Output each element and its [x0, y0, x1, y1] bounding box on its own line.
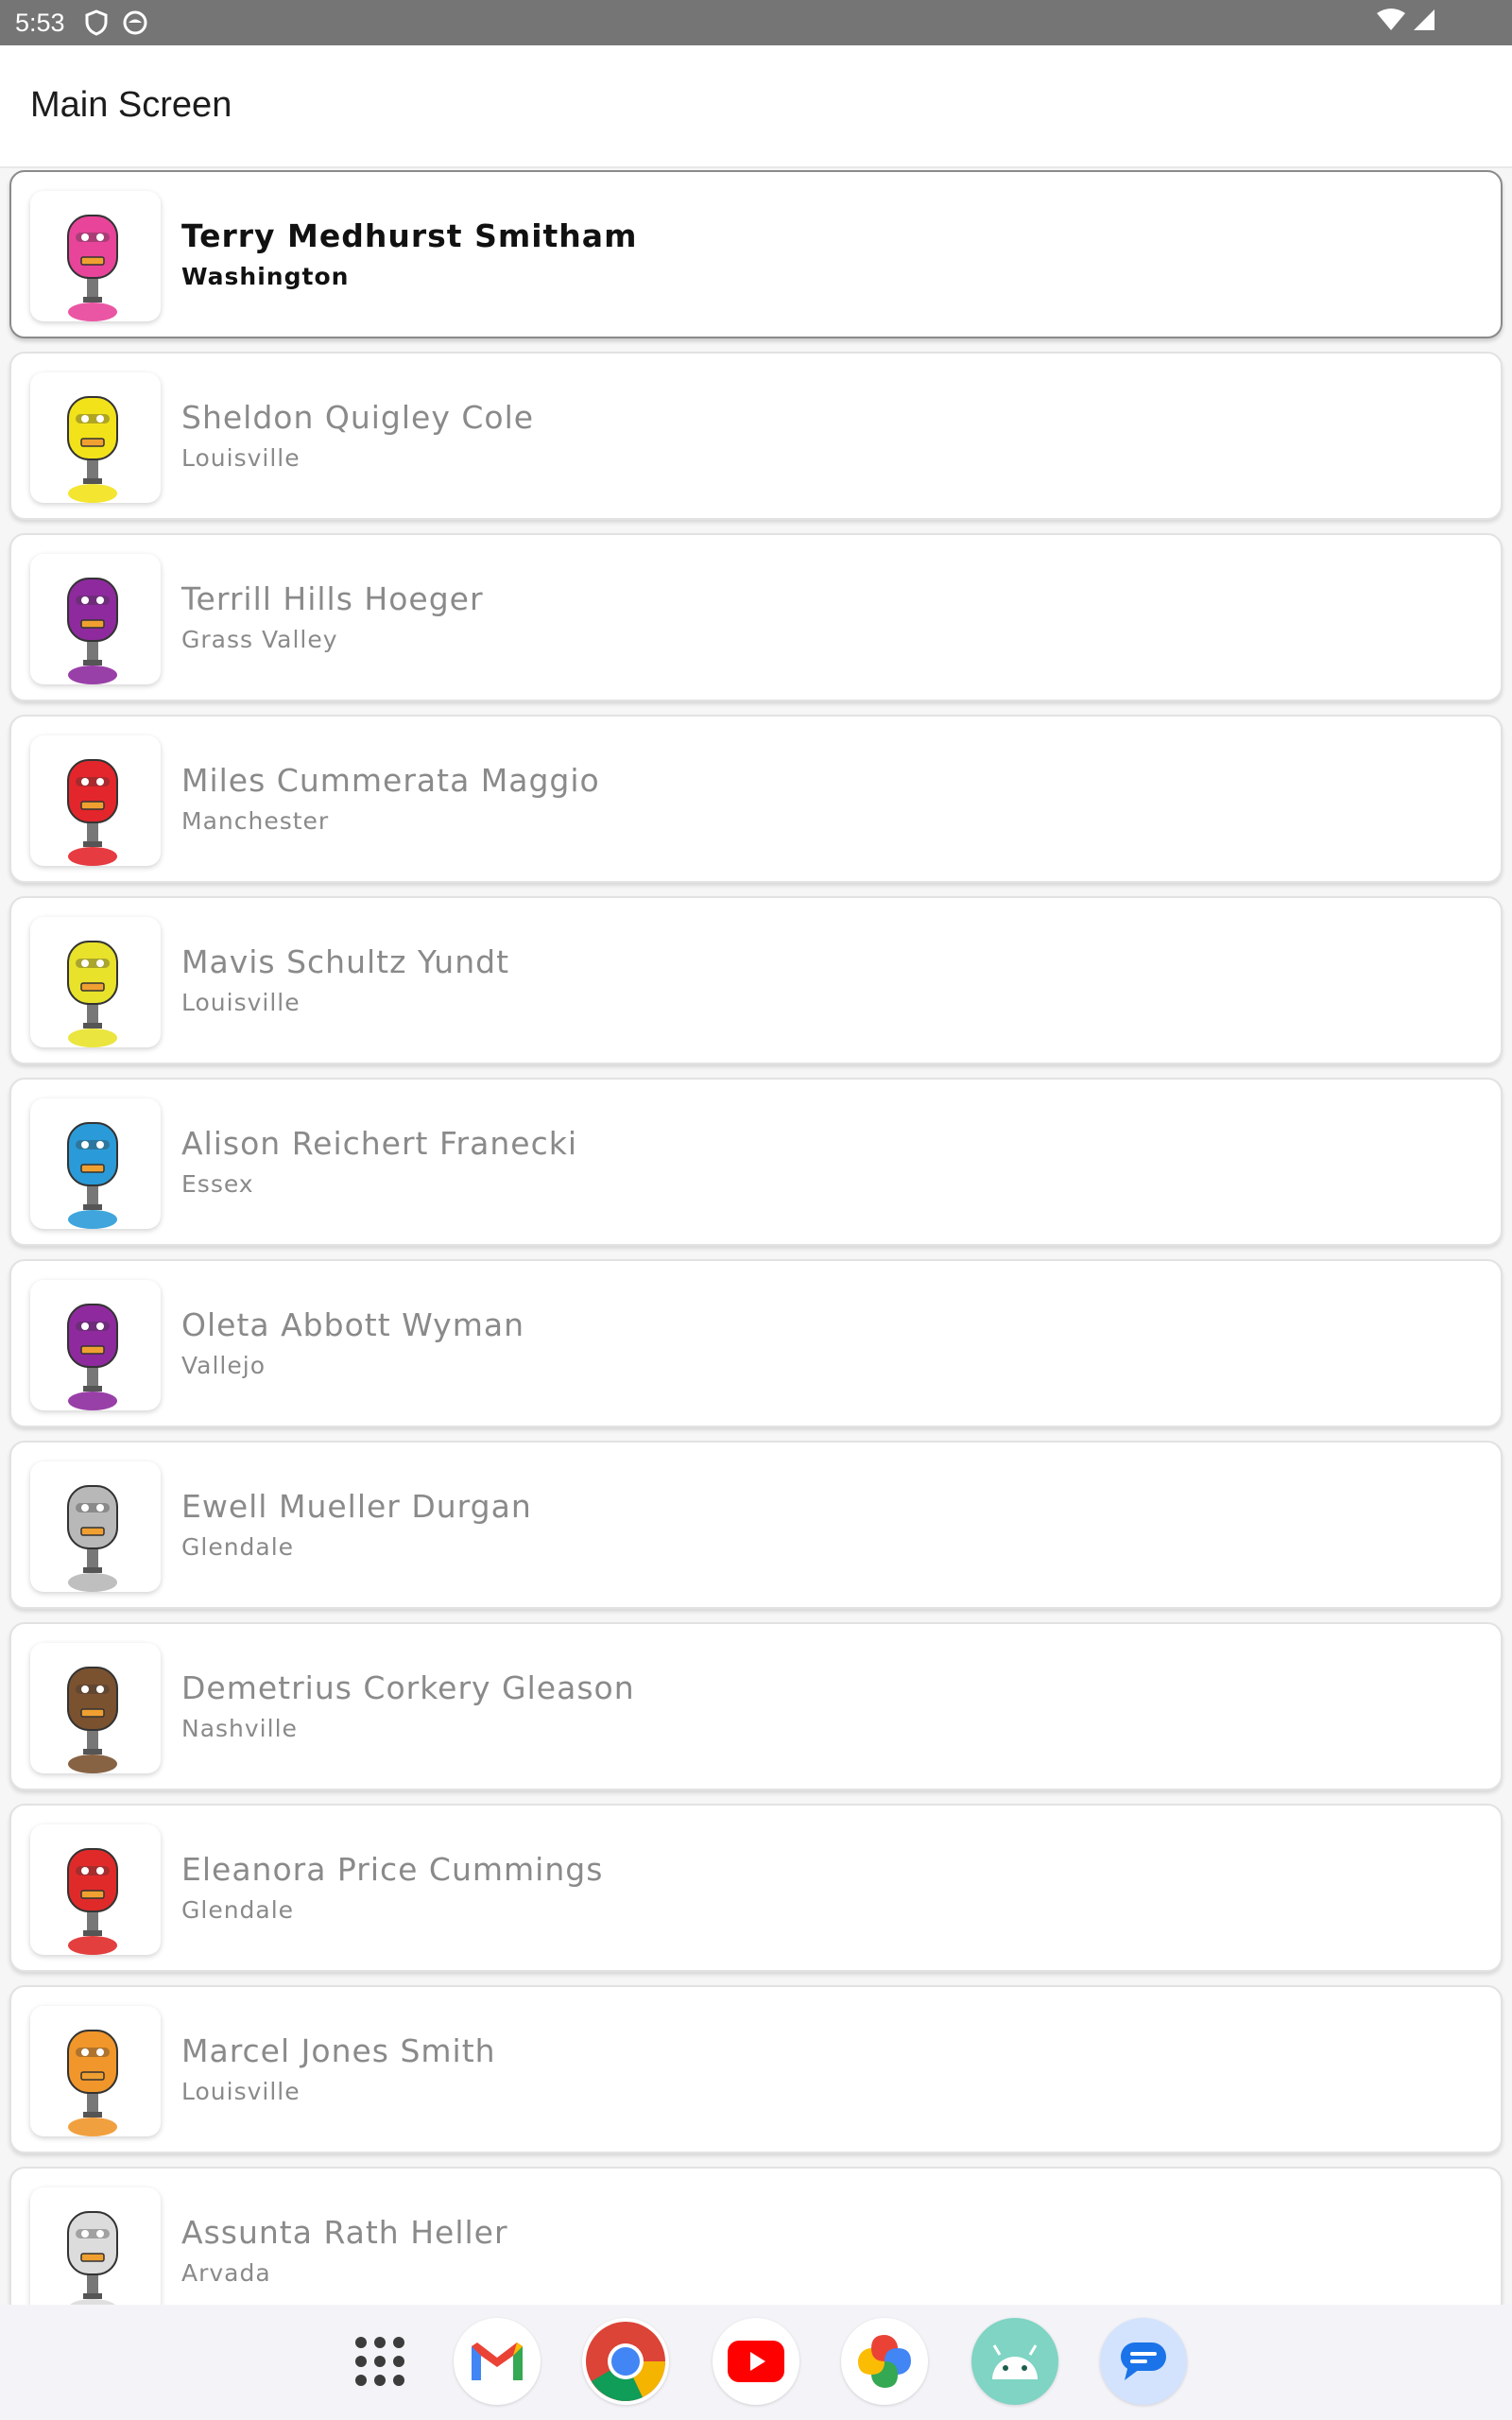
robot-name: Terry Medhurst Smitham [181, 217, 638, 254]
robot-name: Terrill Hills Hoeger [181, 580, 484, 617]
robot-name: Assunta Rath Heller [181, 2214, 508, 2251]
robot-icon [67, 1485, 118, 1592]
messages-icon[interactable] [1100, 2318, 1187, 2405]
robot-icon [67, 941, 118, 1047]
signal-icon [1412, 8, 1436, 36]
robot-list[interactable]: Terry Medhurst Smitham Washington Sheldon … [0, 168, 1512, 2305]
robot-icon [67, 215, 118, 321]
list-item[interactable]: Sheldon Quigley Cole Louisville [9, 352, 1503, 520]
robot-icon [67, 1848, 118, 1955]
robot-icon [67, 1667, 118, 1773]
robot-city: Louisville [181, 444, 301, 472]
robot-city: Essex [181, 1170, 254, 1198]
robot-icon [67, 396, 118, 503]
robot-avatar [30, 1824, 161, 1955]
robot-name: Miles Cummerata Maggio [181, 762, 600, 799]
robot-avatar [30, 1643, 161, 1773]
robot-avatar [30, 191, 161, 321]
youtube-icon[interactable] [713, 2318, 799, 2405]
robot-icon [67, 2030, 118, 2136]
robot-city: Louisville [181, 989, 301, 1016]
list-item[interactable]: Oleta Abbott Wyman Vallejo [9, 1259, 1503, 1427]
robot-avatar [30, 2187, 161, 2305]
gmail-icon[interactable] [454, 2318, 541, 2405]
robot-icon [67, 1122, 118, 1229]
robot-city: Glendale [181, 1896, 295, 1924]
list-item[interactable]: Terry Medhurst Smitham Washington [9, 170, 1503, 338]
robot-avatar [30, 554, 161, 684]
robot-city: Washington [181, 263, 350, 290]
page-title: Main Screen [30, 85, 232, 125]
face-icon [122, 9, 148, 36]
list-item[interactable]: Mavis Schultz Yundt Louisville [9, 896, 1503, 1064]
robot-name: Mavis Schultz Yundt [181, 943, 510, 980]
robot-avatar [30, 1461, 161, 1592]
robot-city: Arvada [181, 2259, 271, 2287]
list-item[interactable]: Marcel Jones Smith Louisville [9, 1985, 1503, 2153]
robot-name: Ewell Mueller Durgan [181, 1488, 532, 1525]
status-bar: 5:53 [0, 0, 1512, 45]
robot-name: Demetrius Corkery Gleason [181, 1669, 635, 1706]
photos-icon[interactable] [841, 2318, 928, 2405]
status-time: 5:53 [15, 8, 65, 37]
robot-city: Grass Valley [181, 626, 338, 653]
android-studio-icon[interactable] [971, 2318, 1058, 2405]
robot-icon [67, 1304, 118, 1410]
shield-icon [84, 9, 109, 36]
list-item[interactable]: Eleanora Price Cummings Glendale [9, 1804, 1503, 1972]
wifi-icon [1376, 8, 1406, 36]
robot-name: Marcel Jones Smith [181, 2032, 496, 2069]
chrome-icon[interactable] [582, 2318, 669, 2405]
robot-name: Sheldon Quigley Cole [181, 399, 535, 436]
robot-city: Manchester [181, 807, 330, 835]
robot-name: Oleta Abbott Wyman [181, 1306, 524, 1343]
app-bar: Main Screen [0, 45, 1512, 168]
app-drawer-icon[interactable] [336, 2318, 423, 2405]
robot-avatar [30, 917, 161, 1047]
robot-icon [67, 578, 118, 684]
app-dock [0, 2305, 1512, 2420]
list-item[interactable]: Alison Reichert Franecki Essex [9, 1078, 1503, 1246]
robot-icon [67, 759, 118, 866]
robot-avatar [30, 1280, 161, 1410]
list-item[interactable]: Ewell Mueller Durgan Glendale [9, 1441, 1503, 1609]
robot-name: Eleanora Price Cummings [181, 1851, 604, 1888]
list-item[interactable]: Assunta Rath Heller Arvada [9, 2167, 1503, 2305]
robot-city: Glendale [181, 1533, 295, 1561]
robot-avatar [30, 1098, 161, 1229]
robot-avatar [30, 2006, 161, 2136]
list-item[interactable]: Demetrius Corkery Gleason Nashville [9, 1622, 1503, 1790]
robot-avatar [30, 735, 161, 866]
robot-icon [67, 2211, 118, 2305]
list-item[interactable]: Terrill Hills Hoeger Grass Valley [9, 533, 1503, 701]
robot-city: Nashville [181, 1715, 298, 1742]
list-item[interactable]: Miles Cummerata Maggio Manchester [9, 715, 1503, 883]
robot-avatar [30, 372, 161, 503]
robot-name: Alison Reichert Franecki [181, 1125, 577, 1162]
robot-city: Louisville [181, 2078, 301, 2105]
robot-city: Vallejo [181, 1352, 266, 1379]
